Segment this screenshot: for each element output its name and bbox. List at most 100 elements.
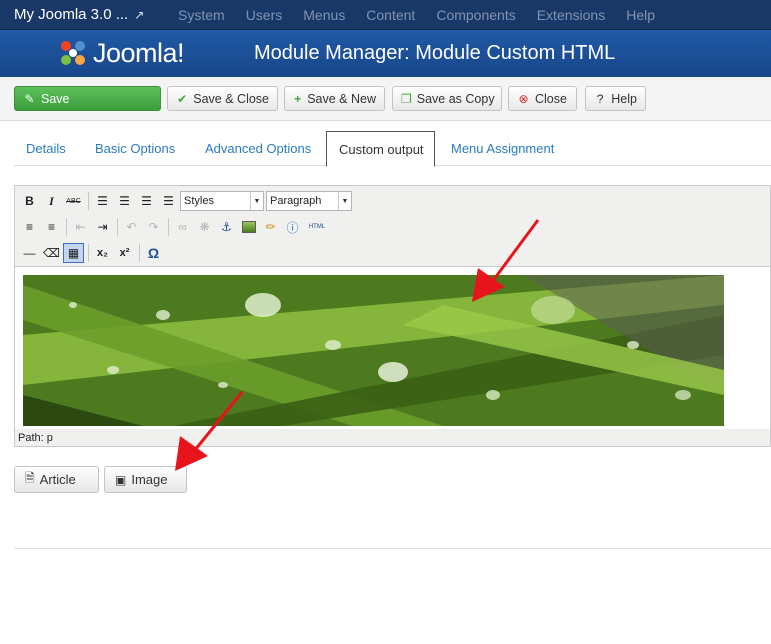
unlink-icon: ❋ [199, 220, 210, 234]
menu-system[interactable]: System [178, 7, 225, 23]
superscript-button[interactable]: x² [114, 243, 135, 263]
article-label: Article [39, 472, 76, 487]
paragraph-dropdown-icon: ▼ [338, 192, 351, 210]
toolbar-separator [117, 218, 118, 236]
header-bar: Joomla! Module Manager: Module Custom HT… [0, 30, 771, 77]
save-new-button[interactable]: + Save & New [284, 86, 385, 111]
align-right-icon: ☰ [141, 194, 152, 208]
align-left-button[interactable]: ☰ [92, 191, 113, 211]
help-editor-button[interactable]: ⓘ [282, 217, 303, 237]
horizontal-rule-icon: — [23, 246, 36, 260]
toolbar-separator [88, 244, 89, 262]
bullet-list-icon: ≡ [25, 220, 33, 234]
editor-toolbar-row-2: ≡ ≡ ⇤ ⇥ ↶ ↷ ∞ ❋ ⚓ ✏ ⓘ HTML [19, 215, 331, 239]
checkmark-icon: ✔ [177, 91, 188, 106]
undo-icon: ↶ [126, 220, 137, 234]
tab-advanced-options[interactable]: Advanced Options [193, 131, 323, 166]
visual-aid-button[interactable]: ▦ [63, 243, 84, 263]
tab-details[interactable]: Details [14, 131, 78, 166]
close-button[interactable]: ⊗ Close [508, 86, 577, 111]
picture-icon: ▣ [115, 472, 127, 487]
save-button[interactable]: ✎ Save [14, 86, 161, 111]
unlink-button[interactable]: ❋ [194, 217, 215, 237]
align-right-button[interactable]: ☰ [136, 191, 157, 211]
menu-users[interactable]: Users [246, 7, 283, 23]
toolbar-separator [66, 218, 67, 236]
help-icon: ? [596, 91, 604, 106]
italic-button[interactable]: I [41, 191, 62, 211]
editor-path-bar: Path: p [18, 431, 53, 444]
insert-image-editor-button[interactable]: ▣ Image [104, 466, 187, 493]
styles-dropdown-icon: ▼ [250, 192, 263, 210]
article-icon: 🗎 [25, 471, 35, 485]
indent-icon: ⇥ [97, 220, 108, 234]
subscript-button[interactable]: x₂ [92, 243, 113, 263]
tab-basic-options[interactable]: Basic Options [83, 131, 187, 166]
undo-button[interactable]: ↶ [121, 217, 142, 237]
align-center-icon: ☰ [119, 194, 130, 208]
paragraph-select[interactable]: Paragraph ▼ [266, 191, 352, 211]
site-title-link[interactable]: My Joomla 3.0 ... ↗ [14, 6, 144, 23]
save-new-label: Save & New [307, 91, 376, 106]
grass-photo-graphic [23, 275, 724, 426]
toolbar-separator [139, 244, 140, 262]
numbered-list-button[interactable]: ≡ [41, 217, 62, 237]
horizontal-rule-button[interactable]: — [19, 243, 40, 263]
paragraph-value: Paragraph [270, 195, 322, 207]
indent-button[interactable]: ⇥ [92, 217, 113, 237]
help-label: Help [611, 91, 637, 106]
help-button[interactable]: ? Help [585, 86, 646, 111]
editor-content-area[interactable] [15, 266, 770, 429]
cleanup-button[interactable]: ✏ [260, 217, 281, 237]
top-navbar: My Joomla 3.0 ... ↗ System Users Menus Co… [0, 0, 771, 30]
eraser-icon: ⌫ [43, 246, 60, 260]
menu-help[interactable]: Help [626, 7, 655, 23]
divider [14, 548, 771, 549]
broom-icon: ✏ [265, 220, 276, 234]
insert-image-button[interactable] [238, 217, 259, 237]
align-left-icon: ☰ [97, 194, 108, 208]
align-center-button[interactable]: ☰ [114, 191, 135, 211]
menu-extensions[interactable]: Extensions [537, 7, 605, 23]
plus-icon: + [294, 91, 302, 106]
toolbar-separator [168, 218, 169, 236]
edit-icon: ✎ [24, 91, 35, 106]
tab-menu-assignment[interactable]: Menu Assignment [439, 131, 566, 166]
image-label: Image [131, 472, 168, 487]
save-close-button[interactable]: ✔ Save & Close [167, 86, 278, 111]
grid-icon: ▦ [67, 246, 80, 260]
save-copy-label: Save as Copy [416, 91, 495, 106]
strikethrough-button[interactable]: ABC [63, 191, 84, 211]
menu-menus[interactable]: Menus [303, 7, 345, 23]
styles-select[interactable]: Styles ▼ [180, 191, 264, 211]
logo-text: Joomla! [93, 37, 185, 68]
joomla-logo-icon [61, 41, 85, 65]
align-justify-button[interactable]: ☰ [158, 191, 179, 211]
insert-article-button[interactable]: 🗎 Article [14, 466, 99, 493]
site-title: My Joomla 3.0 ... [14, 6, 129, 23]
outdent-button[interactable]: ⇤ [70, 217, 91, 237]
html-source-button[interactable]: HTML [304, 217, 330, 237]
redo-button[interactable]: ↷ [143, 217, 164, 237]
bullet-list-button[interactable]: ≡ [19, 217, 40, 237]
align-justify-icon: ☰ [163, 194, 174, 208]
menu-components[interactable]: Components [436, 7, 515, 23]
numbered-list-icon: ≡ [47, 220, 55, 234]
tab-bar: Details Basic Options Advanced Options C… [14, 131, 771, 167]
save-copy-button[interactable]: ❐ Save as Copy [392, 86, 502, 111]
external-link-icon: ↗ [134, 8, 145, 22]
special-character-button[interactable]: Ω [143, 243, 164, 263]
link-icon: ∞ [178, 220, 187, 234]
anchor-button[interactable]: ⚓ [216, 217, 237, 237]
menu-content[interactable]: Content [366, 7, 415, 23]
help-circle-icon: ⓘ [286, 220, 299, 235]
tab-custom-output[interactable]: Custom output [326, 131, 435, 167]
toolbar: ✎ Save ✔ Save & Close + Save & New ❐ Sav… [0, 77, 771, 121]
inserted-image[interactable] [23, 275, 724, 426]
save-label: Save [41, 91, 70, 106]
bold-button[interactable]: B [19, 191, 40, 211]
remove-format-button[interactable]: ⌫ [41, 243, 62, 263]
insert-link-button[interactable]: ∞ [172, 217, 193, 237]
joomla-logo[interactable]: Joomla! [58, 37, 185, 69]
toolbar-separator [88, 192, 89, 210]
